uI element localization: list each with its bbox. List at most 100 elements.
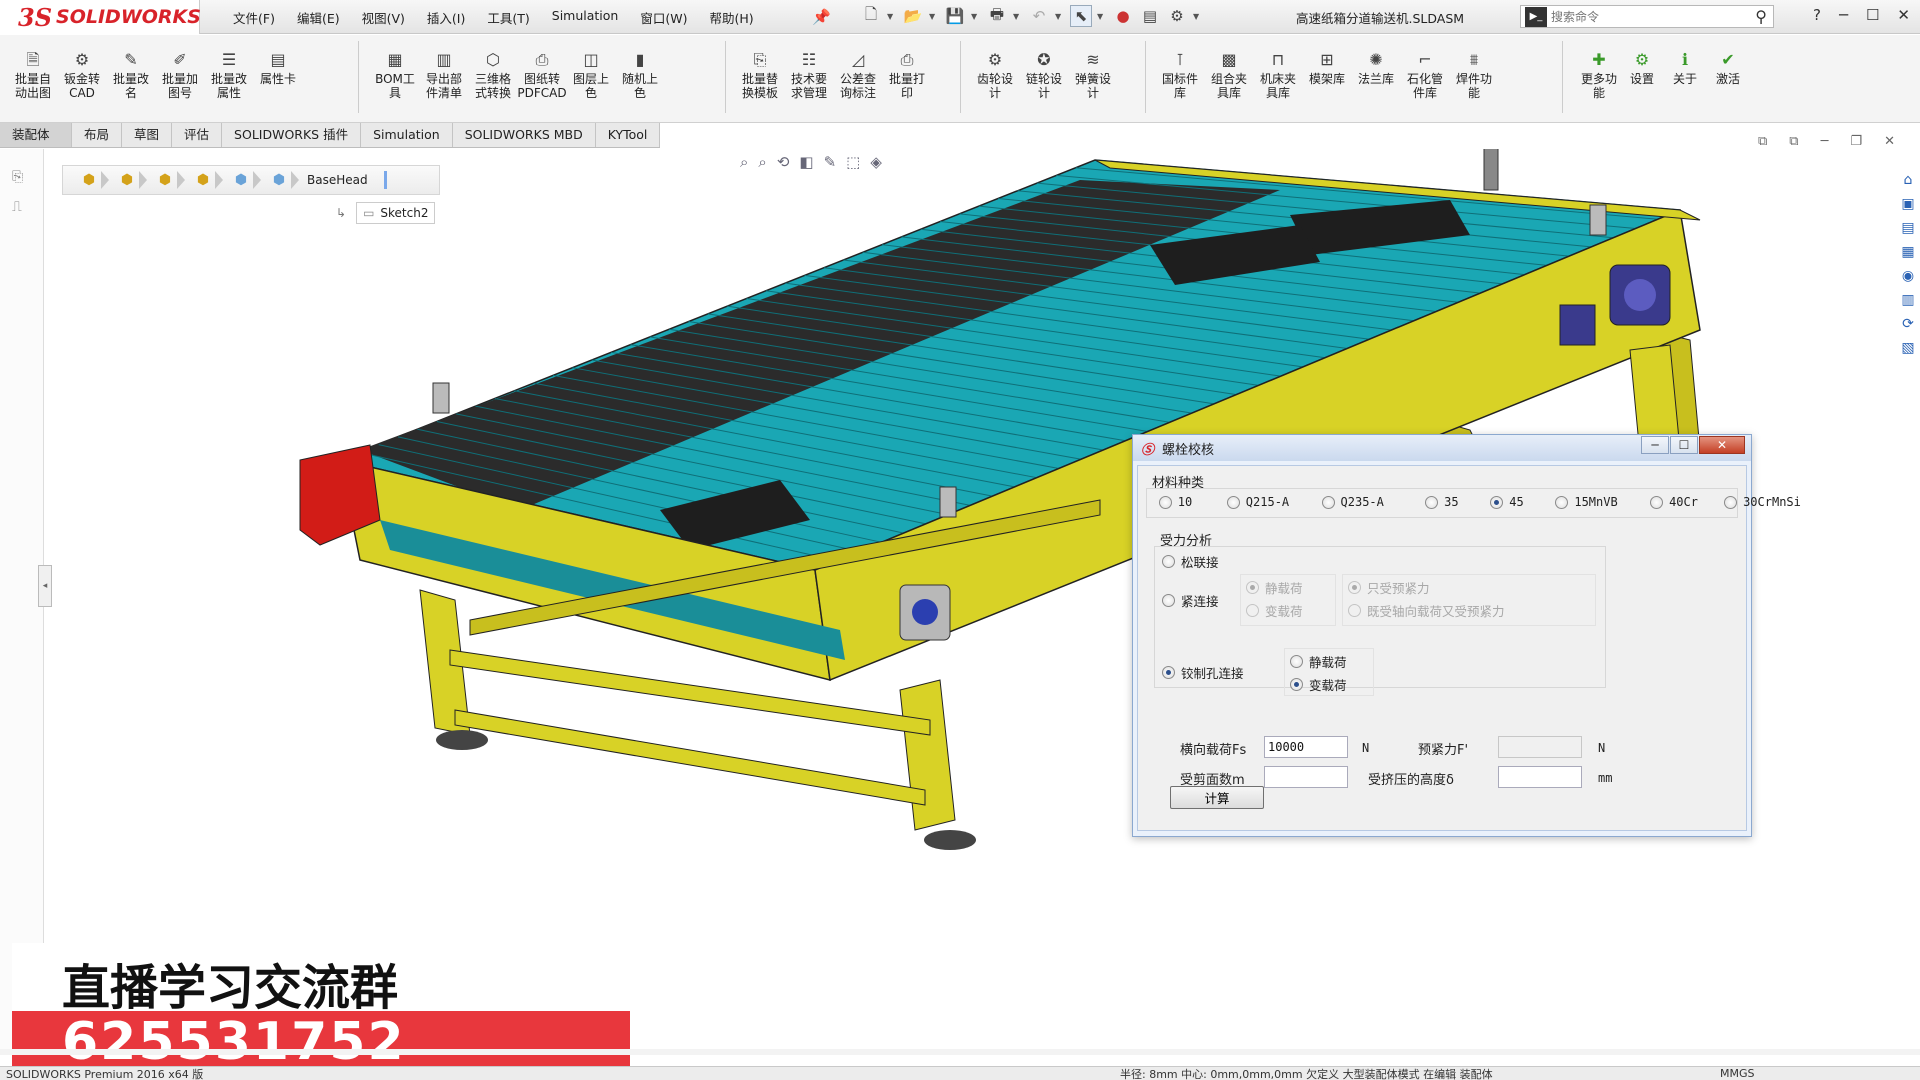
ribbon-button[interactable]: ▤ 属性卡 <box>253 51 303 87</box>
undo-icon[interactable]: ↶ <box>1028 5 1050 27</box>
sketch-icon[interactable]: ⎍ <box>12 199 22 215</box>
assembly-icon[interactable]: ⬢ <box>71 168 109 192</box>
ribbon-button[interactable]: ☷ 技术要 求管理 <box>784 51 834 101</box>
material-radio[interactable]: 30CrMnSi <box>1724 495 1801 509</box>
dialog-titlebar[interactable]: Ⓢ 螺栓校核 ─ ☐ ✕ <box>1133 435 1751 461</box>
tab-item[interactable]: KYTool <box>595 123 661 147</box>
open-folder-icon[interactable]: 📂 <box>902 5 924 27</box>
home-icon[interactable]: ⌂ <box>1904 172 1913 188</box>
assembly-icon[interactable]: ⬢ <box>109 168 147 192</box>
print-icon[interactable]: 🖶 <box>986 5 1008 27</box>
ribbon-button[interactable]: ◿ 公差查 询标注 <box>833 51 883 101</box>
reamed-static-radio[interactable]: 静载荷 <box>1290 652 1347 671</box>
menu-item[interactable]: 视图(V) <box>351 8 416 27</box>
reamed-hole-radio[interactable]: 铰制孔连接 <box>1162 663 1244 682</box>
ribbon-button[interactable]: ⚙ 钣金转 CAD <box>57 51 107 101</box>
search-icon[interactable]: ⚲ <box>1755 7 1767 26</box>
ribbon-button[interactable]: ▦ BOM工 具 <box>370 51 420 101</box>
panel-collapse-handle[interactable]: ◂ <box>38 565 52 607</box>
bearing-height-input[interactable] <box>1498 766 1582 788</box>
select-dropdown-icon[interactable]: ▼ <box>1097 12 1107 21</box>
viewport-restore-icon[interactable]: ⧉ <box>1758 134 1767 149</box>
tab-item[interactable]: Simulation <box>361 123 453 147</box>
display-style-icon[interactable]: ◈ <box>870 153 882 171</box>
ribbon-button[interactable]: 🗎 批量自 动出图 <box>8 51 58 101</box>
assembly-icon[interactable]: ⬢ <box>147 168 185 192</box>
ribbon-button[interactable]: ⎘ 批量替 换模板 <box>735 51 785 101</box>
ribbon-button[interactable]: ⎙ 图纸转 PDFCAD <box>517 51 567 101</box>
undo-dropdown-icon[interactable]: ▼ <box>1055 12 1065 21</box>
ribbon-button[interactable]: ◫ 图层上 色 <box>566 51 616 101</box>
ribbon-button[interactable]: ✔ 激活 <box>1703 51 1753 87</box>
save-icon[interactable]: 💾 <box>944 5 966 27</box>
ribbon-button[interactable]: ▩ 组合夹 具库 <box>1204 51 1254 101</box>
section-view-icon[interactable]: ◧ <box>799 153 813 171</box>
command-search[interactable]: ▶_ ⚲ <box>1520 5 1774 28</box>
dialog-close-icon[interactable]: ✕ <box>1699 436 1745 454</box>
dynamic-annotation-icon[interactable]: ✎ <box>824 153 837 171</box>
ribbon-button[interactable]: ⎙ 批量打 印 <box>882 51 932 101</box>
ribbon-button[interactable]: ☰ 批量改 属性 <box>204 51 254 101</box>
tab-item[interactable]: 评估 <box>172 123 223 147</box>
previous-view-icon[interactable]: ⟲ <box>777 153 790 171</box>
solidworks-logo[interactable]: 3S SOLIDWORKS <box>0 0 201 34</box>
close-icon[interactable]: ✕ <box>1897 6 1910 24</box>
ribbon-button[interactable]: ≋ 弹簧设 计 <box>1068 51 1118 101</box>
file-properties-icon[interactable]: ▤ <box>1139 5 1161 27</box>
material-radio[interactable]: 10 <box>1158 495 1192 509</box>
options-dropdown-icon[interactable]: ▼ <box>1193 12 1203 21</box>
pin-icon[interactable]: 📌 <box>812 8 831 26</box>
new-document-icon[interactable]: 🗋 <box>860 5 882 27</box>
ribbon-button[interactable]: ⚙ 齿轮设 计 <box>970 51 1020 101</box>
zoom-fit-icon[interactable]: ⌕ <box>740 153 748 171</box>
menu-item[interactable]: 窗口(W) <box>629 8 698 27</box>
options-gear-icon[interactable]: ⚙ <box>1166 5 1188 27</box>
viewport-minimize-icon[interactable]: ─ <box>1821 134 1829 149</box>
menu-item[interactable]: 插入(I) <box>416 8 476 27</box>
view-orientation-icon[interactable]: ⬚ <box>846 153 860 171</box>
new-dropdown-icon[interactable]: ▼ <box>887 12 897 21</box>
design-library-icon[interactable]: ▤ <box>1901 220 1914 236</box>
material-radio[interactable]: Q215-A <box>1226 495 1289 509</box>
ribbon-button[interactable]: ⊺ 国标件 库 <box>1155 51 1205 101</box>
dialog-minimize-icon[interactable]: ─ <box>1641 436 1669 454</box>
save-dropdown-icon[interactable]: ▼ <box>971 12 981 21</box>
print-dropdown-icon[interactable]: ▼ <box>1013 12 1023 21</box>
zoom-area-icon[interactable]: ⌕ <box>758 153 766 171</box>
ribbon-button[interactable]: ✎ 批量改 名 <box>106 51 156 101</box>
part-icon[interactable]: ⬢ <box>185 168 223 192</box>
material-radio[interactable]: Q235-A <box>1321 495 1384 509</box>
tight-dynamic-radio[interactable]: 变载荷 <box>1246 601 1303 620</box>
tab-item[interactable]: 装配体 <box>0 123 72 147</box>
material-radio[interactable]: 35 <box>1425 495 1459 509</box>
select-cursor-icon[interactable]: ⬉ <box>1070 5 1092 27</box>
ribbon-button[interactable]: ⊓ 机床夹 具库 <box>1253 51 1303 101</box>
ribbon-button[interactable]: ✐ 批量加 图号 <box>155 51 205 101</box>
calculate-button[interactable]: 计算 <box>1170 786 1264 809</box>
search-input[interactable] <box>1551 9 1721 24</box>
viewport-maximize-icon[interactable]: ❐ <box>1850 134 1862 149</box>
ribbon-button[interactable]: ⊞ 模架库 <box>1302 51 1352 87</box>
ribbon-button[interactable]: ⩩ 焊件功 能 <box>1449 51 1499 101</box>
preload-only-radio[interactable]: 只受预紧力 <box>1348 578 1430 597</box>
maximize-icon[interactable]: ☐ <box>1866 6 1879 24</box>
resources-icon[interactable]: ▣ <box>1901 196 1914 212</box>
loose-connection-radio[interactable]: 松联接 <box>1162 552 1219 571</box>
menu-item[interactable]: 编辑(E) <box>286 8 351 27</box>
menu-item[interactable]: 帮助(H) <box>698 8 764 27</box>
tight-static-radio[interactable]: 静载荷 <box>1246 578 1303 597</box>
tree-icon[interactable]: ⎘ <box>12 169 23 185</box>
axial-and-preload-radio[interactable]: 既受轴向载荷又受预紧力 <box>1348 601 1505 620</box>
ribbon-button[interactable]: ✺ 法兰库 <box>1351 51 1401 87</box>
breadcrumb-label[interactable]: BaseHead <box>307 173 368 187</box>
body-icon[interactable]: ⬢ <box>223 168 261 192</box>
ribbon-button[interactable]: ▮ 随机上 色 <box>615 51 665 101</box>
reamed-dynamic-radio[interactable]: 变载荷 <box>1290 675 1347 694</box>
ribbon-button[interactable]: ▥ 导出部 件清单 <box>419 51 469 101</box>
minimize-icon[interactable]: ─ <box>1839 6 1848 24</box>
menu-item[interactable]: 工具(T) <box>476 8 540 27</box>
help-icon[interactable]: ? <box>1813 6 1821 24</box>
view-palette-icon[interactable]: ▧ <box>1901 340 1914 356</box>
tab-item[interactable]: SOLIDWORKS 插件 <box>222 123 362 147</box>
forum-icon[interactable]: ⟳ <box>1902 316 1914 332</box>
